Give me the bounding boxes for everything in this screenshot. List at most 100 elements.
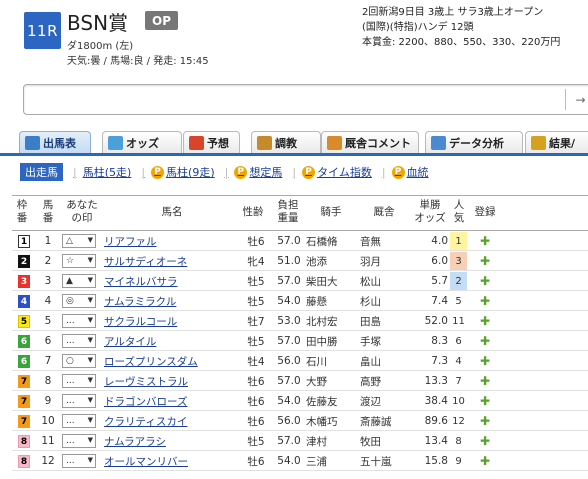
cell-trainer[interactable]: 杉山 bbox=[360, 291, 410, 311]
cell-jockey[interactable]: 佐藤友 bbox=[306, 391, 360, 411]
cell-jockey[interactable]: 石川 bbox=[306, 351, 360, 371]
horse-name-link[interactable]: サルサディオーネ bbox=[104, 251, 187, 271]
subnav-link[interactable]: | P 馬柱(9走) bbox=[141, 164, 215, 180]
horse-name-link[interactable]: レーヴミストラル bbox=[104, 371, 188, 391]
waku-badge: 2 bbox=[18, 255, 30, 268]
cell-jockey[interactable]: 藤懸 bbox=[306, 291, 360, 311]
add-to-favorites-icon[interactable]: ✚ bbox=[480, 314, 490, 328]
mark-select[interactable]: ... ▼ bbox=[62, 374, 96, 388]
search-input[interactable] bbox=[23, 84, 588, 115]
mark-select[interactable]: ◎ ▼ bbox=[62, 294, 96, 308]
popularity: 10 bbox=[452, 395, 465, 407]
table-row: 5 5... ▼ サクラルコール 牡7 53.0 北村宏 田島 52.0 11 ✚ bbox=[12, 311, 588, 331]
subnav-link[interactable]: | P 想定馬 bbox=[225, 164, 282, 180]
cell-jockey[interactable]: 津村 bbox=[306, 431, 360, 451]
mark-select[interactable]: ... ▼ bbox=[62, 454, 96, 468]
add-to-favorites-icon[interactable]: ✚ bbox=[480, 434, 490, 448]
mark-select[interactable]: △ ▼ bbox=[62, 234, 96, 248]
horse-name-link[interactable]: ナムラアラシ bbox=[104, 431, 166, 451]
race-conditions: 天気:曇 / 馬場:良 / 発走: 15:45 bbox=[67, 56, 209, 67]
cell-jockey[interactable]: 三浦 bbox=[306, 451, 360, 471]
subnav-link[interactable]: | P タイム指数 bbox=[292, 164, 372, 180]
mark-value: ... bbox=[66, 456, 75, 466]
cell-trainer[interactable]: 斎藤誠 bbox=[360, 411, 410, 431]
cell-jockey[interactable]: 木幡巧 bbox=[306, 411, 360, 431]
horse-name-link[interactable]: クラリティスカイ bbox=[104, 411, 187, 431]
mark-select[interactable]: ☆ ▼ bbox=[62, 254, 96, 268]
tab-label: 調教 bbox=[275, 136, 297, 150]
table-top-rule bbox=[12, 195, 588, 196]
tab-odds[interactable]: オッズ bbox=[102, 131, 182, 153]
add-to-favorites-icon[interactable]: ✚ bbox=[480, 454, 490, 468]
subnav-link[interactable]: | P 血統 bbox=[382, 164, 429, 180]
cell-jockey[interactable]: 池添 bbox=[306, 251, 360, 271]
horse-name-link[interactable]: リアファル bbox=[104, 231, 157, 251]
cell-trainer[interactable]: 畠山 bbox=[360, 351, 410, 371]
cell-trainer[interactable]: 渡辺 bbox=[360, 391, 410, 411]
tab-stopwatch[interactable]: 調教 bbox=[251, 131, 321, 153]
add-to-favorites-icon[interactable]: ✚ bbox=[480, 274, 490, 288]
tab-table[interactable]: 出馬表 bbox=[19, 131, 91, 153]
subnav-separator: | bbox=[141, 165, 146, 179]
mark-select[interactable]: ... ▼ bbox=[62, 434, 96, 448]
cell-odds: 6.0 bbox=[431, 255, 448, 267]
horse-name-link[interactable]: ドラゴンバローズ bbox=[104, 391, 187, 411]
cell-jockey[interactable]: 北村宏 bbox=[306, 311, 360, 331]
cell-trainer[interactable]: 高野 bbox=[360, 371, 410, 391]
cell-jockey[interactable]: 石橋脩 bbox=[306, 231, 360, 251]
subnav-selected[interactable]: 出走馬 bbox=[20, 163, 63, 181]
cell-trainer[interactable]: 羽月 bbox=[360, 251, 410, 271]
waku-badge: 5 bbox=[18, 315, 30, 328]
tab-target[interactable]: 予想 bbox=[183, 131, 240, 153]
header-horse: 馬名 bbox=[161, 206, 183, 218]
horse-number: 3 bbox=[44, 275, 52, 287]
cell-trainer[interactable]: 音無 bbox=[360, 231, 410, 251]
cell-jockey[interactable]: 田中勝 bbox=[306, 331, 360, 351]
add-to-favorites-icon[interactable]: ✚ bbox=[480, 294, 490, 308]
add-to-favorites-icon[interactable]: ✚ bbox=[480, 414, 490, 428]
waku-badge: 6 bbox=[18, 335, 30, 348]
cell-trainer[interactable]: 田島 bbox=[360, 311, 410, 331]
add-to-favorites-icon[interactable]: ✚ bbox=[480, 394, 490, 408]
horse-name-link[interactable]: ローズプリンスダム bbox=[104, 351, 198, 371]
mark-select[interactable]: ... ▼ bbox=[62, 394, 96, 408]
mark-select[interactable]: ○ ▼ bbox=[62, 354, 96, 368]
add-to-favorites-icon[interactable]: ✚ bbox=[480, 234, 490, 248]
search-button[interactable]: → bbox=[565, 89, 588, 110]
cell-jockey[interactable]: 柴田大 bbox=[306, 271, 360, 291]
popularity: 2 bbox=[450, 272, 467, 290]
add-to-favorites-icon[interactable]: ✚ bbox=[480, 354, 490, 368]
waku-badge: 7 bbox=[18, 415, 30, 428]
subnav-link[interactable]: | 馬柱(5走) bbox=[73, 164, 131, 180]
cell-trainer[interactable]: 五十嵐 bbox=[360, 451, 410, 471]
tab-data[interactable]: データ分析 bbox=[425, 131, 523, 153]
subnav-separator: | bbox=[292, 165, 297, 179]
chevron-down-icon: ▼ bbox=[87, 256, 93, 264]
tab-stable[interactable]: 厩舎コメント bbox=[321, 131, 419, 153]
cell-jockey[interactable]: 大野 bbox=[306, 371, 360, 391]
horse-name-link[interactable]: オールマンリバー bbox=[104, 451, 188, 471]
add-to-favorites-icon[interactable]: ✚ bbox=[480, 334, 490, 348]
mark-select[interactable]: ... ▼ bbox=[62, 314, 96, 328]
add-to-favorites-icon[interactable]: ✚ bbox=[480, 374, 490, 388]
add-to-favorites-icon[interactable]: ✚ bbox=[480, 254, 490, 268]
table-row: 8 12... ▼ オールマンリバー 牡6 54.0 三浦 五十嵐 15.8 9 ✚ bbox=[12, 451, 588, 471]
horse-name-link[interactable]: アルタイル bbox=[104, 331, 156, 351]
mark-select[interactable]: ... ▼ bbox=[62, 414, 96, 428]
horse-number: 9 bbox=[44, 395, 52, 407]
chevron-down-icon: ▼ bbox=[87, 416, 93, 424]
tab-trophy[interactable]: 結果/ bbox=[525, 131, 588, 153]
horse-name-link[interactable]: ナムラミラクル bbox=[104, 291, 176, 311]
horse-name-link[interactable]: サクラルコール bbox=[104, 311, 177, 331]
table-row: 7 9... ▼ ドラゴンバローズ 牡6 54.0 佐藤友 渡辺 38.4 10 ✚ bbox=[12, 391, 588, 411]
cell-trainer[interactable]: 松山 bbox=[360, 271, 410, 291]
cell-odds: 7.3 bbox=[431, 355, 448, 367]
mark-value: ... bbox=[66, 416, 75, 426]
cell-trainer[interactable]: 手塚 bbox=[360, 331, 410, 351]
horse-name-link[interactable]: マイネルバサラ bbox=[104, 271, 178, 291]
cell-weight: 56.0 bbox=[277, 415, 301, 427]
header-umaban: 馬 bbox=[42, 199, 54, 211]
mark-select[interactable]: ... ▼ bbox=[62, 334, 96, 348]
mark-select[interactable]: ▲ ▼ bbox=[62, 274, 96, 288]
cell-trainer[interactable]: 牧田 bbox=[360, 431, 410, 451]
